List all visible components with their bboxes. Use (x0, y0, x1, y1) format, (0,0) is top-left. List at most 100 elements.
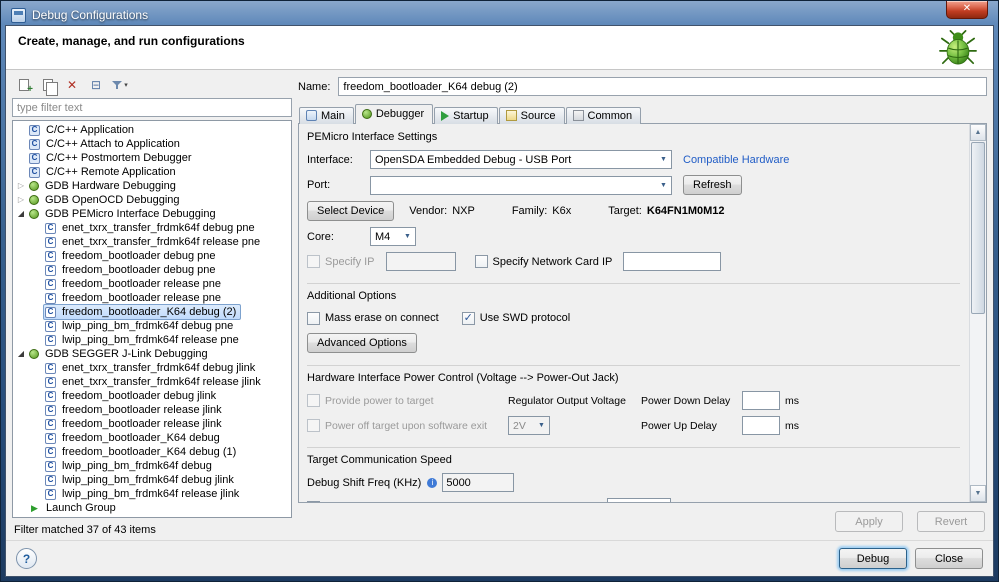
collapse-arrow-icon[interactable]: ◢ (15, 207, 27, 221)
scrollbar-up-button[interactable]: ▲ (970, 124, 986, 141)
power-down-delay-input[interactable] (742, 391, 780, 410)
tree-item[interactable]: Cenet_txrx_transfer_frdmk64f release jli… (13, 375, 291, 389)
tree-item-inner[interactable]: ▶ Launch Group (27, 500, 121, 516)
configuration-tree[interactable]: C C/C++ Application C C/C++ Attach to Appli… (12, 120, 292, 518)
power-off-label: Power off target upon software exit (325, 419, 488, 432)
tree-item[interactable]: Cfreedom_bootloader release jlink (13, 403, 291, 417)
tree-item-label: freedom_bootloader debug pne (62, 264, 216, 276)
tree-item[interactable]: ◢ GDB SEGGER J-Link Debugging (13, 347, 291, 361)
tree-item[interactable]: Cfreedom_bootloader_K64 debug (1) (13, 445, 291, 459)
dialog-body: Create, manage, and run configurations +… (5, 25, 994, 577)
use-swd-checkbox[interactable] (461, 311, 475, 325)
debug-shift-freq-input[interactable] (442, 473, 515, 492)
core-dropdown[interactable]: M4 ▼ (370, 227, 416, 246)
apply-button[interactable]: Apply (835, 511, 903, 532)
collapse-all-button[interactable]: ⊟ (85, 75, 107, 95)
delay-after-reset-input[interactable] (606, 498, 671, 502)
select-device-button[interactable]: Select Device (307, 201, 395, 221)
tree-item[interactable]: Cfreedom_bootloader release pne (13, 291, 291, 305)
debug-button[interactable]: Debug (839, 548, 907, 569)
tree-item-label: C/C++ Attach to Application (46, 138, 180, 150)
tab-common[interactable]: Common (565, 107, 642, 124)
mass-erase-checkbox[interactable] (307, 311, 320, 325)
new-configuration-button[interactable] (13, 75, 35, 95)
tree-item-label: enet_txrx_transfer_frdmk64f debug pne (62, 222, 255, 234)
compatible-hardware-link[interactable]: Compatible Hardware (683, 154, 789, 166)
tab-source[interactable]: Source (498, 107, 565, 124)
tree-item[interactable]: C C/C++ Attach to Application (13, 137, 291, 151)
tree-item[interactable]: Clwip_ping_bm_frdmk64f release pne (13, 333, 291, 347)
tree-item[interactable]: ▷ GDB Hardware Debugging (13, 179, 291, 193)
voltage-dropdown[interactable]: 2V ▼ (508, 416, 550, 435)
pemicro-section-title: PEMicro Interface Settings (307, 131, 438, 143)
filter-input[interactable] (12, 98, 292, 117)
tree-item-label: GDB OpenOCD Debugging (45, 194, 180, 206)
c-config-icon: C (45, 236, 56, 248)
duplicate-configuration-button[interactable] (37, 75, 59, 96)
close-window-button[interactable]: ✕ (946, 1, 988, 19)
tree-item[interactable]: Cfreedom_bootloader debug pne (13, 249, 291, 263)
advanced-options-button[interactable]: Advanced Options (307, 333, 417, 353)
specify-network-card-checkbox[interactable] (474, 255, 488, 268)
specify-ip-checkbox[interactable] (307, 255, 320, 268)
titlebar[interactable]: Debug Configurations ✕ (5, 1, 994, 25)
scrollbar-down-button[interactable]: ▼ (970, 485, 986, 502)
tree-item[interactable]: ▷ GDB OpenOCD Debugging (13, 193, 291, 207)
collapse-arrow-icon[interactable]: ◢ (15, 347, 27, 361)
pemicro-settings-section: PEMicro Interface Settings Interface: Op… (307, 129, 960, 280)
power-off-checkbox[interactable] (307, 419, 320, 432)
tree-item[interactable]: Clwip_ping_bm_frdmk64f debug pne (13, 319, 291, 333)
vertical-scrollbar[interactable]: ▲ ▼ (969, 124, 986, 502)
c-config-icon: C (45, 432, 56, 444)
tree-item[interactable]: ◢ GDB PEMicro Interface Debugging (13, 207, 291, 221)
info-icon[interactable]: i (427, 477, 438, 488)
port-dropdown[interactable]: ▼ (370, 175, 672, 195)
tree-item[interactable]: Cfreedom_bootloader debug pne (13, 263, 291, 277)
tree-item[interactable]: ▶ Launch Group (13, 501, 291, 515)
tree-item[interactable]: C C/C++ Postmortem Debugger (13, 151, 291, 165)
scrollbar-thumb[interactable] (971, 142, 985, 314)
tree-item[interactable]: Cenet_txrx_transfer_frdmk64f debug jlink (13, 361, 291, 375)
tree-item[interactable]: Cfreedom_bootloader_K64 debug (13, 431, 291, 445)
tree-item-label: GDB SEGGER J-Link Debugging (45, 348, 208, 360)
refresh-button[interactable]: Refresh (683, 175, 742, 195)
tab-debugger[interactable]: Debugger (354, 104, 434, 125)
port-label: Port: (307, 179, 331, 191)
delay-after-reset-checkbox[interactable] (307, 501, 320, 502)
tree-item[interactable]: Cenet_txrx_transfer_frdmk64f release pne (13, 235, 291, 249)
tree-item-label: C/C++ Postmortem Debugger (46, 152, 192, 164)
expand-arrow-icon[interactable]: ▷ (15, 179, 27, 193)
power-up-delay-input[interactable] (742, 416, 780, 435)
expand-arrow-icon[interactable]: ▷ (15, 193, 27, 207)
tree-item[interactable]: C C/C++ Remote Application (13, 165, 291, 179)
delete-configuration-button[interactable]: ✕ (61, 75, 83, 95)
provide-power-checkbox[interactable] (307, 394, 320, 407)
tree-item[interactable]: Cfreedom_bootloader debug jlink (13, 389, 291, 403)
tree-item[interactable]: Cenet_txrx_transfer_frdmk64f debug pne (13, 221, 291, 235)
tree-item[interactable]: Cfreedom_bootloader release jlink (13, 417, 291, 431)
tree-item[interactable]: Cfreedom_bootloader release pne (13, 277, 291, 291)
tree-item[interactable]: Clwip_ping_bm_frdmk64f debug (13, 459, 291, 473)
filter-icon (112, 80, 123, 90)
voltage-value: 2V (513, 419, 526, 432)
ip-address-input[interactable] (385, 252, 456, 271)
interface-dropdown[interactable]: OpenSDA Embedded Debug - USB Port ▼ (370, 150, 672, 169)
help-button[interactable]: ? (16, 548, 37, 569)
vendor-value: NXP (452, 205, 475, 217)
tree-item[interactable]: Clwip_ping_bm_frdmk64f release jlink (13, 487, 291, 501)
communication-speed-title: Target Communication Speed (307, 454, 452, 466)
ms-unit-label: ms (785, 419, 799, 432)
tree-item[interactable]: C C/C++ Application (13, 123, 291, 137)
tree-item[interactable]: Clwip_ping_bm_frdmk64f debug jlink (13, 473, 291, 487)
revert-button[interactable]: Revert (917, 511, 985, 532)
configuration-name-input[interactable] (338, 77, 987, 96)
tab-startup[interactable]: Startup (434, 107, 498, 124)
delay-after-reset-label: Delay after Reset and before communicati… (325, 502, 602, 503)
tree-item-label: Launch Group (46, 502, 116, 514)
interface-value: OpenSDA Embedded Debug - USB Port (375, 153, 572, 166)
network-card-ip-input[interactable] (623, 252, 722, 271)
close-button[interactable]: Close (915, 548, 983, 569)
tab-main[interactable]: Main (299, 107, 354, 124)
tree-item[interactable]: Cfreedom_bootloader_K64 debug (2) (13, 304, 291, 320)
filter-configurations-button[interactable]: ▾ (109, 75, 131, 95)
